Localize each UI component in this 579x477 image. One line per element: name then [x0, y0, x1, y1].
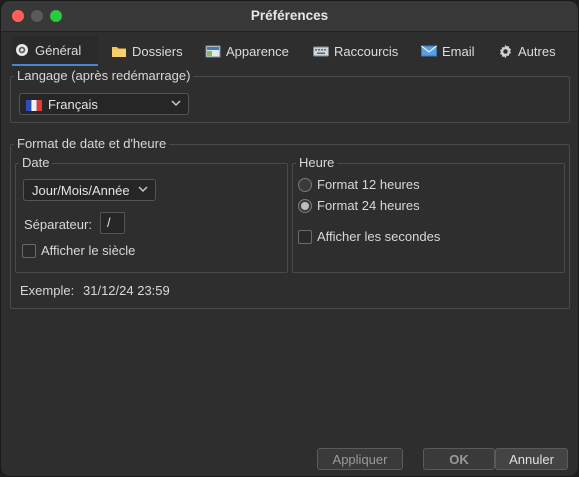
general-icon	[14, 43, 30, 57]
show-seconds-checkbox[interactable]	[298, 230, 312, 244]
format-24h-radio[interactable]	[298, 199, 312, 213]
tab-folders[interactable]: Dossiers	[109, 36, 183, 66]
language-select[interactable]: Français	[19, 93, 189, 115]
window-title: Préférences	[250, 8, 329, 23]
example-value: 31/12/24 23:59	[83, 283, 170, 298]
format-12h-radio[interactable]	[298, 178, 312, 192]
date-format-select[interactable]: Jour/Mois/Année	[23, 179, 156, 201]
show-century-label: Afficher le siècle	[41, 243, 136, 258]
tab-shortcuts[interactable]: Raccourcis	[311, 36, 398, 66]
show-century-checkbox[interactable]	[22, 244, 36, 258]
mail-icon	[421, 44, 437, 58]
datetime-group-label: Format de date et d'heure	[14, 137, 170, 151]
language-selected-value: Français	[48, 96, 98, 112]
separator-label: Séparateur:	[24, 217, 92, 232]
tab-email[interactable]: Email	[419, 36, 475, 66]
cancel-button[interactable]: Annuler	[495, 448, 568, 470]
separator-input[interactable]: /	[100, 212, 125, 234]
tab-label: Autres	[518, 43, 556, 59]
ok-button[interactable]: OK	[423, 448, 495, 470]
apply-button[interactable]: Appliquer	[317, 448, 403, 470]
date-group-label: Date	[19, 156, 53, 170]
tab-label: Apparence	[226, 43, 289, 59]
chevron-down-icon	[137, 183, 149, 195]
preferences-window: Préférences Général Dossiers Apparence R…	[0, 0, 579, 477]
format-12h-label: Format 12 heures	[317, 177, 420, 192]
tab-label: Raccourcis	[334, 43, 399, 59]
title-bar: Préférences	[1, 1, 578, 32]
tab-appearance[interactable]: Apparence	[203, 36, 289, 66]
gear-icon	[497, 44, 513, 58]
time-group-label: Heure	[296, 156, 338, 170]
language-group-label: Langage (après redémarrage)	[14, 69, 194, 83]
tab-general[interactable]: Général	[12, 36, 98, 66]
france-flag-icon	[26, 99, 42, 111]
tab-label: Dossiers	[132, 43, 183, 59]
example-label: Exemple:	[20, 283, 75, 298]
chevron-down-icon	[170, 97, 182, 109]
keyboard-icon	[313, 44, 329, 58]
tab-bar: Général Dossiers Apparence Raccourcis Em…	[9, 36, 571, 66]
tab-label: Général	[35, 42, 82, 58]
format-24h-label: Format 24 heures	[317, 198, 420, 213]
date-format-selected-value: Jour/Mois/Année	[32, 182, 130, 198]
show-seconds-label: Afficher les secondes	[317, 229, 441, 244]
tab-label: Email	[442, 43, 475, 59]
tab-others[interactable]: Autres	[495, 36, 556, 66]
appearance-icon	[205, 44, 221, 58]
folder-icon	[111, 44, 127, 58]
